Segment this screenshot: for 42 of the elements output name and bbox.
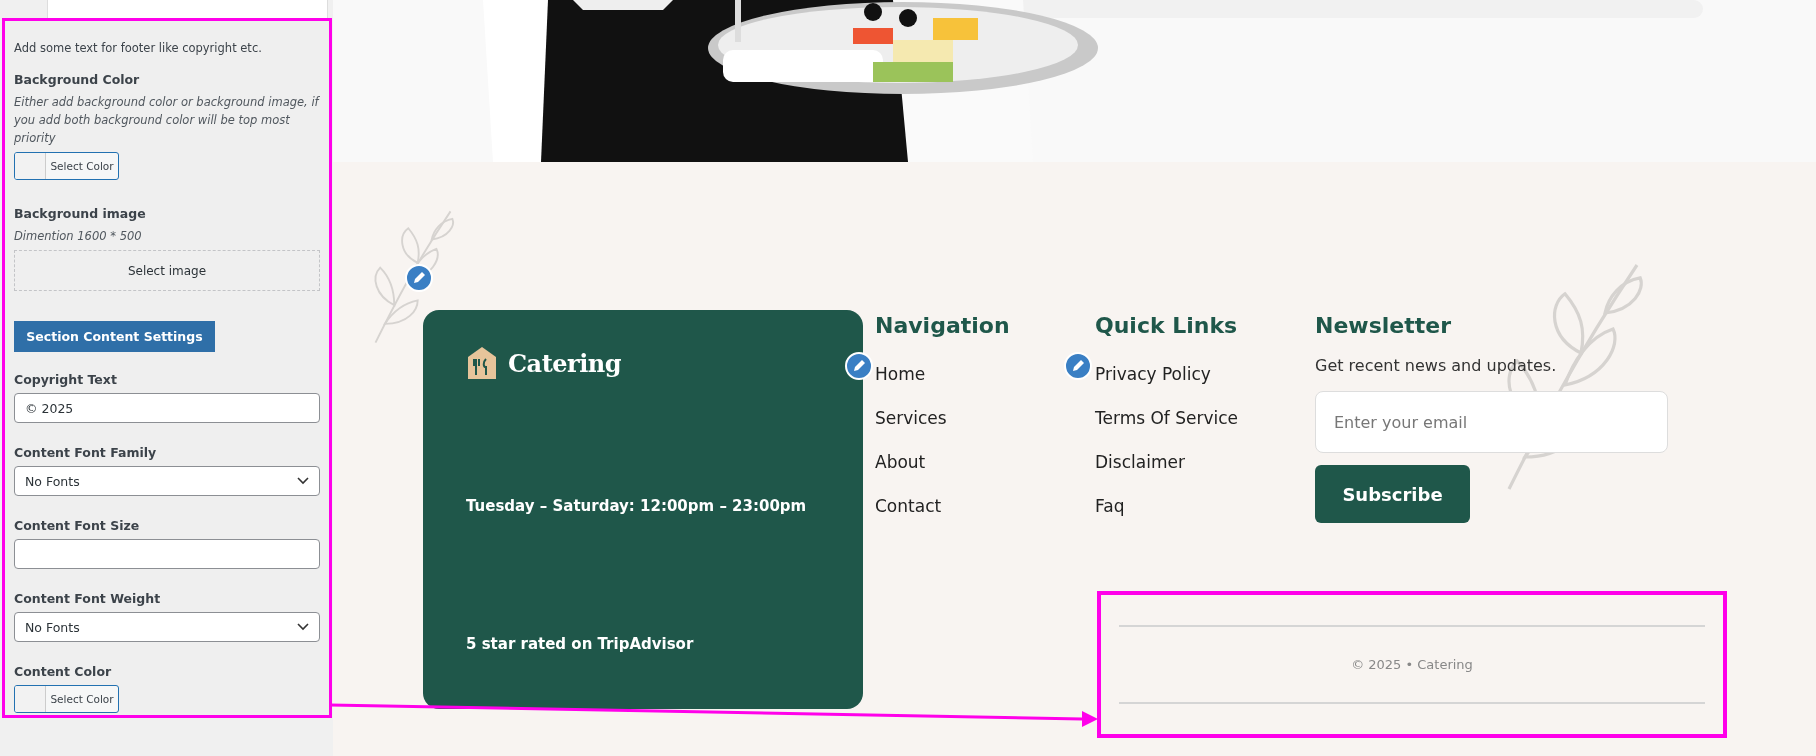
- footer-link[interactable]: Disclaimer: [1095, 452, 1315, 496]
- column-heading: Navigation: [875, 313, 1011, 338]
- text-field[interactable]: © 2025: [14, 393, 320, 423]
- footer-link[interactable]: Privacy Policy: [1095, 364, 1315, 408]
- dropdown-field[interactable]: No Fonts: [14, 466, 320, 496]
- dropdown-field[interactable]: No Fonts: [14, 612, 320, 642]
- field-label: Content Color: [14, 664, 113, 679]
- footer-link[interactable]: Contact: [875, 496, 1095, 540]
- footer-link[interactable]: Home: [875, 364, 1095, 408]
- color-picker-button[interactable]: Select Color: [14, 152, 119, 180]
- field-label: Background image: [14, 206, 147, 221]
- field-hint: Dimention 1600 * 500: [14, 228, 143, 245]
- brand-logo-text: Catering: [508, 348, 621, 378]
- text-field[interactable]: [14, 539, 320, 569]
- field-hint: Either add background color or background image, if you add both background color will be top most priority: [14, 94, 320, 147]
- footer-link[interactable]: Faq: [1095, 496, 1315, 540]
- column-heading: Newsletter: [1315, 313, 1453, 338]
- footer-link[interactable]: Services: [875, 408, 1095, 452]
- opening-hours: Tuesday – Saturday: 12:00pm – 23:00pm: [466, 497, 808, 515]
- chevron-down-icon: [297, 623, 309, 631]
- footer-link[interactable]: About: [875, 452, 1095, 496]
- logo-icon: [466, 345, 498, 381]
- edit-icon[interactable]: [845, 352, 873, 380]
- field-label: Content Font Family: [14, 445, 158, 460]
- edit-icon[interactable]: [1064, 352, 1092, 380]
- chevron-down-icon: [297, 477, 309, 485]
- subscribe-button[interactable]: Subscribe: [1315, 465, 1470, 523]
- section-settings-button[interactable]: Section Content Settings: [14, 321, 215, 352]
- footer-link[interactable]: Terms Of Service: [1095, 408, 1315, 452]
- color-picker-button[interactable]: Select Color: [14, 685, 119, 713]
- field-label: Content Font Size: [14, 518, 141, 533]
- edit-icon[interactable]: [405, 264, 433, 292]
- copyright-text: © 2025 • Catering: [1350, 656, 1474, 674]
- select-image-button[interactable]: Select image: [14, 250, 320, 291]
- newsletter-text: Get recent news and updates.: [1315, 356, 1558, 375]
- field-label: Copyright Text: [14, 372, 118, 387]
- email-field[interactable]: Enter your email: [1315, 391, 1668, 453]
- panel-description: Add some text for footer like copyright etc.: [14, 41, 263, 55]
- field-label: Background Color: [14, 72, 141, 87]
- column-heading: Quick Links: [1095, 313, 1239, 338]
- field-label: Content Font Weight: [14, 591, 162, 606]
- rating-text: 5 star rated on TripAdvisor: [466, 635, 695, 653]
